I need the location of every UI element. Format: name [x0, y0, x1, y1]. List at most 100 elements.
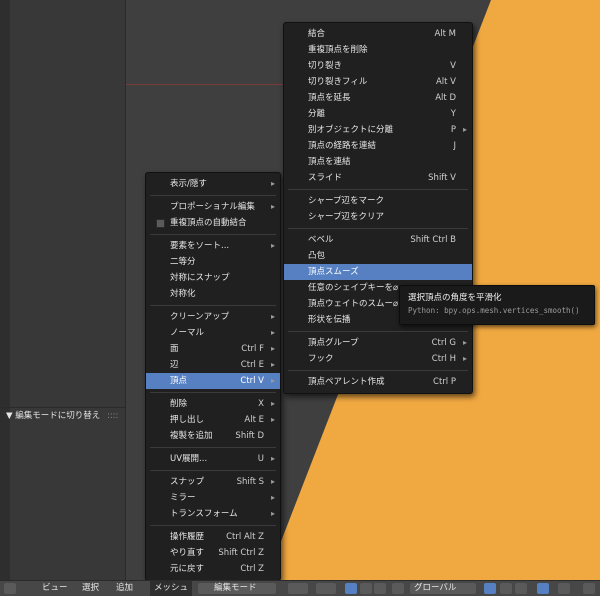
menu-item[interactable]: 頂点グループ Ctrl G ▸	[284, 335, 472, 351]
menu-item[interactable]: 要素をソート... ▸	[146, 238, 280, 254]
menu-item[interactable]: スナップ Shift S ▸	[146, 474, 280, 490]
menu-item[interactable]: 頂点の経路を連結 J	[284, 138, 472, 154]
scale-icon[interactable]	[392, 583, 404, 594]
menu-item[interactable]: 頂点 Ctrl V ▸	[146, 373, 280, 389]
proportional-icon[interactable]	[484, 583, 496, 594]
menu-item-shortcut: J	[453, 141, 456, 151]
menu-separator	[150, 470, 276, 471]
menu-separator	[150, 392, 276, 393]
menu-item[interactable]: スライド Shift V	[284, 170, 472, 186]
menu-item[interactable]: 頂点スムーズ	[284, 264, 472, 280]
overlay-icon[interactable]	[558, 583, 570, 594]
submenu-arrow-icon: ▸	[270, 328, 275, 337]
menu-item[interactable]: 複製を追加 Shift D	[146, 428, 280, 444]
menu-item-shortcut: Ctrl Z	[240, 564, 264, 574]
editor-type-icon[interactable]	[4, 583, 16, 594]
submenu-arrow-icon: ▸	[270, 477, 275, 486]
drag-handle-icon[interactable]: ::::	[107, 411, 118, 421]
menu-item[interactable]: 頂点を連結	[284, 154, 472, 170]
shading-icon[interactable]	[288, 583, 308, 594]
menu-add[interactable]: 追加	[116, 581, 133, 596]
tooltip-python: Python: bpy.ops.mesh.vertices_smooth()	[408, 306, 580, 315]
shelf-tabs[interactable]	[0, 0, 10, 580]
pivot-icon[interactable]	[316, 583, 336, 594]
orientation-selector[interactable]: グローバル	[410, 583, 476, 594]
tool-shelf: ▼ 編集モードに切り替え ::::	[0, 0, 126, 580]
menu-item[interactable]: 元に戻す Ctrl Z	[146, 561, 280, 577]
menu-separator	[288, 331, 468, 332]
manipulator-icon[interactable]	[345, 583, 357, 594]
menu-item[interactable]: 重複頂点の自動結合	[146, 215, 280, 231]
menu-item[interactable]: 切り裂き V	[284, 58, 472, 74]
cursor-icon[interactable]	[583, 583, 595, 594]
menu-item-label: ベベル	[308, 235, 334, 245]
menu-item[interactable]: やり直す Shift Ctrl Z	[146, 545, 280, 561]
menu-item[interactable]: 辺 Ctrl E ▸	[146, 357, 280, 373]
menu-item-shortcut: Ctrl P	[433, 377, 456, 387]
menu-item[interactable]: 切り裂きフィル Alt V	[284, 74, 472, 90]
menu-item[interactable]: ベベル Shift Ctrl B	[284, 232, 472, 248]
mode-selector[interactable]: 編集モード	[198, 583, 276, 594]
menu-item-label: シャープ辺をクリア	[308, 212, 384, 222]
submenu-arrow-icon: ▸	[462, 354, 467, 363]
menu-item-label: スナップ	[170, 477, 205, 487]
menu-item-label: 重複頂点の自動結合	[170, 218, 247, 228]
menu-item-label: 分離	[308, 109, 326, 119]
mesh-menu: 表示/隠す ▸ プロポーショナル編集 ▸ 重複頂点の自動結合 要素をソート... ▸ 二等分対…	[145, 172, 281, 581]
rotate-icon[interactable]	[374, 583, 386, 594]
menu-item[interactable]: 結合 Alt M	[284, 26, 472, 42]
menu-item[interactable]: UV展開... U ▸	[146, 451, 280, 467]
menu-item[interactable]: 面 Ctrl F ▸	[146, 341, 280, 357]
menu-item[interactable]: 二等分	[146, 254, 280, 270]
menu-item-label: 切り裂きフィル	[308, 77, 368, 87]
menu-item-label: 面	[170, 344, 179, 354]
menu-item[interactable]: クリーンアップ ▸	[146, 309, 280, 325]
menu-item[interactable]: 削除 X ▸	[146, 396, 280, 412]
menu-separator	[150, 305, 276, 306]
tooltip: 選択頂点の角度を平滑化 Python: bpy.ops.mesh.vertice…	[399, 285, 595, 325]
menu-item-label: プロポーショナル編集	[170, 202, 255, 212]
menu-item[interactable]: 頂点ペアレント作成 Ctrl P	[284, 374, 472, 390]
menu-item[interactable]: シャープ辺をマーク	[284, 193, 472, 209]
last-operator-panel-header[interactable]: ▼ 編集モードに切り替え ::::	[0, 407, 125, 423]
submenu-arrow-icon: ▸	[270, 344, 275, 353]
menu-item[interactable]: プロポーショナル編集 ▸	[146, 199, 280, 215]
menu-item-shortcut: Y	[450, 109, 456, 119]
layer-icon[interactable]	[515, 583, 527, 594]
menu-item-label: 対称にスナップ	[170, 273, 230, 283]
menu-item-shortcut: Shift Ctrl B	[410, 235, 456, 245]
menu-item-label: 頂点スムーズ	[308, 267, 359, 277]
menu-item[interactable]: 押し出し Alt E ▸	[146, 412, 280, 428]
menu-item[interactable]: シャープ辺をクリア	[284, 209, 472, 225]
menu-item[interactable]: 表示/隠す ▸	[146, 176, 280, 192]
menu-item[interactable]: 頂点を延長 Alt D	[284, 90, 472, 106]
menu-item-label: 形状を伝播	[308, 315, 351, 325]
menu-item-label: 頂点を連結	[308, 157, 351, 167]
menu-item-shortcut: Alt V	[435, 77, 456, 87]
menu-view[interactable]: ビュー	[42, 581, 68, 596]
menu-item-label: 凸包	[308, 251, 326, 261]
checkbox-icon[interactable]	[156, 219, 165, 228]
menu-select[interactable]: 選択	[82, 581, 99, 596]
menu-separator	[288, 189, 468, 190]
snap-icon[interactable]	[500, 583, 512, 594]
select-mode-icon[interactable]	[537, 583, 549, 594]
menu-item[interactable]: フック Ctrl H ▸	[284, 351, 472, 367]
menu-item[interactable]: 対称化	[146, 286, 280, 302]
operator-header-label: ▼ 編集モードに切り替え	[6, 411, 101, 421]
translate-icon[interactable]	[360, 583, 372, 594]
menu-item[interactable]: ノーマル ▸	[146, 325, 280, 341]
menu-item[interactable]: 凸包	[284, 248, 472, 264]
menu-item-label: 任意のシェイプキーを⌀	[308, 283, 399, 293]
menu-item[interactable]: ミラー ▸	[146, 490, 280, 506]
menu-item-shortcut: Alt M	[434, 29, 456, 39]
menu-item-shortcut: Ctrl Alt Z	[226, 532, 264, 542]
menu-item[interactable]: トランスフォーム ▸	[146, 506, 280, 522]
menu-item[interactable]: 重複頂点を削除	[284, 42, 472, 58]
menu-item[interactable]: 対称にスナップ	[146, 270, 280, 286]
menu-item[interactable]: 操作履歴 Ctrl Alt Z	[146, 529, 280, 545]
menu-mesh[interactable]: メッシュ	[150, 581, 193, 596]
menu-item[interactable]: 別オブジェクトに分離 P ▸	[284, 122, 472, 138]
menu-item[interactable]: 分離 Y	[284, 106, 472, 122]
menu-item-shortcut: Shift Ctrl Z	[218, 548, 264, 558]
